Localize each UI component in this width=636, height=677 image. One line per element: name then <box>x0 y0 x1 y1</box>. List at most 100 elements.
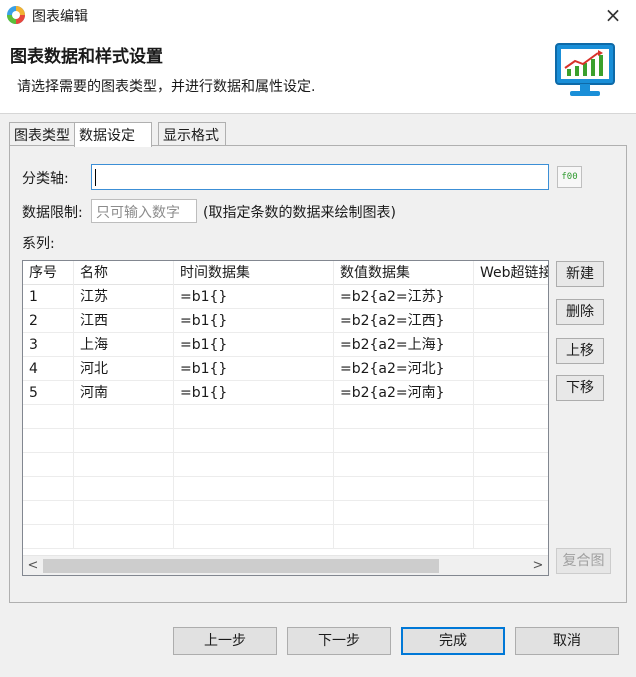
row-value-dataset-cell[interactable]: =b2{a2=江西} <box>334 309 474 333</box>
column-header-web-link[interactable]: Web超链接 <box>474 261 548 285</box>
tab-display-format[interactable]: 显示格式 <box>158 122 226 146</box>
row-index-cell[interactable]: 5 <box>23 381 74 405</box>
table-row[interactable] <box>23 405 548 429</box>
tab-data-settings[interactable]: 数据设定 <box>74 122 152 147</box>
window-title: 图表编辑 <box>32 9 88 25</box>
table-row[interactable]: 3 上海 =b1{} =b2{a2=上海} <box>23 333 548 357</box>
limit-hint: (取指定条数的数据来绘制图表) <box>203 205 396 221</box>
row-index-cell[interactable]: 4 <box>23 357 74 381</box>
column-header-time-dataset[interactable]: 时间数据集 <box>174 261 334 285</box>
row-web-link-cell[interactable] <box>474 285 548 309</box>
row-value-dataset-cell[interactable] <box>334 525 474 549</box>
row-time-dataset-cell[interactable] <box>174 525 334 549</box>
table-row[interactable] <box>23 525 548 549</box>
row-name-cell[interactable] <box>74 501 174 525</box>
row-value-dataset-cell[interactable]: =b2{a2=河北} <box>334 357 474 381</box>
scroll-right-arrow-icon[interactable]: > <box>528 556 548 575</box>
table-row[interactable] <box>23 501 548 525</box>
row-index-cell[interactable] <box>23 453 74 477</box>
row-name-cell[interactable]: 河南 <box>74 381 174 405</box>
row-index-cell[interactable]: 1 <box>23 285 74 309</box>
combo-chart-button[interactable]: 复合图 <box>556 548 611 574</box>
row-index-cell[interactable] <box>23 525 74 549</box>
formula-button[interactable]: f00 <box>557 166 582 188</box>
table-row[interactable] <box>23 429 548 453</box>
row-time-dataset-cell[interactable]: =b1{} <box>174 333 334 357</box>
new-series-button[interactable]: 新建 <box>556 261 604 287</box>
next-button[interactable]: 下一步 <box>287 627 391 655</box>
category-axis-input[interactable] <box>91 164 549 190</box>
row-value-dataset-cell[interactable]: =b2{a2=上海} <box>334 333 474 357</box>
row-index-cell[interactable] <box>23 477 74 501</box>
row-index-cell[interactable] <box>23 429 74 453</box>
row-name-cell[interactable] <box>74 429 174 453</box>
row-web-link-cell[interactable] <box>474 357 548 381</box>
row-time-dataset-cell[interactable]: =b1{} <box>174 285 334 309</box>
row-web-link-cell[interactable] <box>474 525 548 549</box>
row-name-cell[interactable] <box>74 453 174 477</box>
row-time-dataset-cell[interactable] <box>174 453 334 477</box>
row-web-link-cell[interactable] <box>474 477 548 501</box>
move-down-button[interactable]: 下移 <box>556 375 604 401</box>
app-logo-icon <box>7 6 25 24</box>
row-value-dataset-cell[interactable] <box>334 405 474 429</box>
row-time-dataset-cell[interactable] <box>174 501 334 525</box>
row-index-cell[interactable] <box>23 501 74 525</box>
data-limit-input[interactable]: 只可输入数字 <box>91 199 197 223</box>
row-web-link-cell[interactable] <box>474 309 548 333</box>
row-value-dataset-cell[interactable] <box>334 477 474 501</box>
series-label: 系列: <box>22 236 55 252</box>
row-web-link-cell[interactable] <box>474 381 548 405</box>
row-name-cell[interactable] <box>74 525 174 549</box>
series-table[interactable]: 序号 名称 时间数据集 数值数据集 Web超链接 1 江苏 =b1{} =b2{a2=… <box>22 260 549 576</box>
row-value-dataset-cell[interactable]: =b2{a2=河南} <box>334 381 474 405</box>
delete-series-button[interactable]: 删除 <box>556 299 604 325</box>
row-value-dataset-cell[interactable] <box>334 453 474 477</box>
row-web-link-cell[interactable] <box>474 501 548 525</box>
row-value-dataset-cell[interactable] <box>334 429 474 453</box>
row-time-dataset-cell[interactable]: =b1{} <box>174 357 334 381</box>
column-header-value-dataset[interactable]: 数值数据集 <box>334 261 474 285</box>
cancel-button[interactable]: 取消 <box>515 627 619 655</box>
row-name-cell[interactable]: 江苏 <box>74 285 174 309</box>
table-row[interactable]: 4 河北 =b1{} =b2{a2=河北} <box>23 357 548 381</box>
row-index-cell[interactable]: 3 <box>23 333 74 357</box>
row-value-dataset-cell[interactable] <box>334 501 474 525</box>
row-index-cell[interactable] <box>23 405 74 429</box>
row-web-link-cell[interactable] <box>474 405 548 429</box>
table-row[interactable]: 2 江西 =b1{} =b2{a2=江西} <box>23 309 548 333</box>
previous-button[interactable]: 上一步 <box>173 627 277 655</box>
row-name-cell[interactable]: 河北 <box>74 357 174 381</box>
row-time-dataset-cell[interactable] <box>174 405 334 429</box>
row-time-dataset-cell[interactable] <box>174 429 334 453</box>
table-row[interactable]: 5 河南 =b1{} =b2{a2=河南} <box>23 381 548 405</box>
page-subtitle: 请选择需要的图表类型，并进行数据和属性设定. <box>17 79 316 95</box>
column-header-name[interactable]: 名称 <box>74 261 174 285</box>
row-value-dataset-cell[interactable]: =b2{a2=江苏} <box>334 285 474 309</box>
row-web-link-cell[interactable] <box>474 453 548 477</box>
scrollbar-thumb[interactable] <box>43 559 439 573</box>
scroll-left-arrow-icon[interactable]: < <box>23 556 43 575</box>
move-up-button[interactable]: 上移 <box>556 338 604 364</box>
row-name-cell[interactable]: 上海 <box>74 333 174 357</box>
row-name-cell[interactable] <box>74 477 174 501</box>
tab-chart-type[interactable]: 图表类型 <box>9 122 75 146</box>
close-button[interactable]: × <box>600 3 626 27</box>
data-settings-panel: 分类轴: f00 数据限制: 只可输入数字 (取指定条数的数据来绘制图表) 系列… <box>9 145 627 603</box>
column-header-index[interactable]: 序号 <box>23 261 74 285</box>
row-time-dataset-cell[interactable]: =b1{} <box>174 381 334 405</box>
finish-button[interactable]: 完成 <box>401 627 505 655</box>
text-caret <box>95 169 96 186</box>
table-row[interactable] <box>23 453 548 477</box>
row-time-dataset-cell[interactable]: =b1{} <box>174 309 334 333</box>
row-web-link-cell[interactable] <box>474 333 548 357</box>
row-time-dataset-cell[interactable] <box>174 477 334 501</box>
title-bar: 图表编辑 × <box>0 0 636 32</box>
table-row[interactable]: 1 江苏 =b1{} =b2{a2=江苏} <box>23 285 548 309</box>
row-name-cell[interactable]: 江西 <box>74 309 174 333</box>
row-index-cell[interactable]: 2 <box>23 309 74 333</box>
row-name-cell[interactable] <box>74 405 174 429</box>
table-row[interactable] <box>23 477 548 501</box>
row-web-link-cell[interactable] <box>474 429 548 453</box>
horizontal-scrollbar[interactable]: < > <box>23 555 548 575</box>
